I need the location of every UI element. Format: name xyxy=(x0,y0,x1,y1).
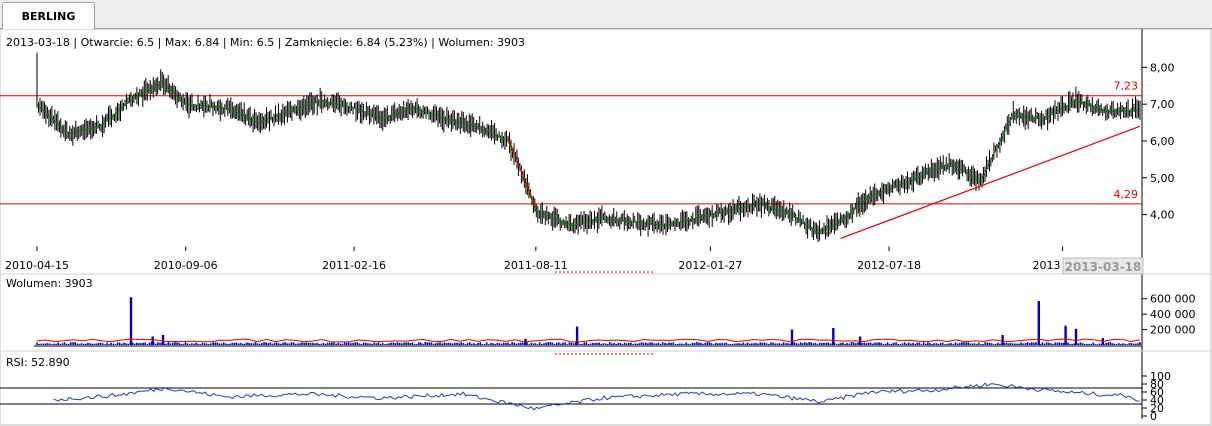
price-y-tick-label: 7,00 xyxy=(1150,98,1175,111)
chart-frame xyxy=(0,29,1212,426)
price-y-tick-label: 5,00 xyxy=(1150,172,1175,185)
price-y-tick-label: 8,00 xyxy=(1150,61,1175,74)
cursor-date: 2013-03-18 xyxy=(1065,260,1142,274)
tab-berling[interactable]: BERLING xyxy=(2,2,95,29)
volume-label: Wolumen: 3903 xyxy=(6,277,93,290)
level-label: 7,23 xyxy=(1114,80,1139,93)
x-tick-label: 2010-09-06 xyxy=(154,259,218,272)
x-tick-label: 2011-08-11 xyxy=(504,259,568,272)
info-line: 2013-03-18 | Otwarcie: 6.5 | Max: 6.84 |… xyxy=(6,36,525,49)
x-tick-label: 2012-07-18 xyxy=(857,259,921,272)
price-y-tick-label: 4,00 xyxy=(1150,209,1175,222)
volume-y-tick-label: 400 000 xyxy=(1150,308,1196,321)
rsi-label: RSI: 52.890 xyxy=(6,356,70,369)
tab-bar: BERLING xyxy=(0,0,1212,29)
volume-y-tick-label: 600 000 xyxy=(1150,293,1196,306)
volume-y-tick-label: 200 000 xyxy=(1150,324,1196,337)
chart-area: 2013-03-18 | Otwarcie: 6.5 | Max: 6.84 |… xyxy=(0,29,1212,426)
rsi-y-tick-label: 0 xyxy=(1150,410,1157,423)
x-tick-label: 2011-02-16 xyxy=(322,259,386,272)
level-label: 4,29 xyxy=(1114,188,1139,201)
x-tick-label: 2010-04-15 xyxy=(5,259,69,272)
x-tick-label: 2012-01-27 xyxy=(678,259,742,272)
price-y-tick-label: 6,00 xyxy=(1150,135,1175,148)
x-tick-label: 2013 xyxy=(1033,259,1061,272)
